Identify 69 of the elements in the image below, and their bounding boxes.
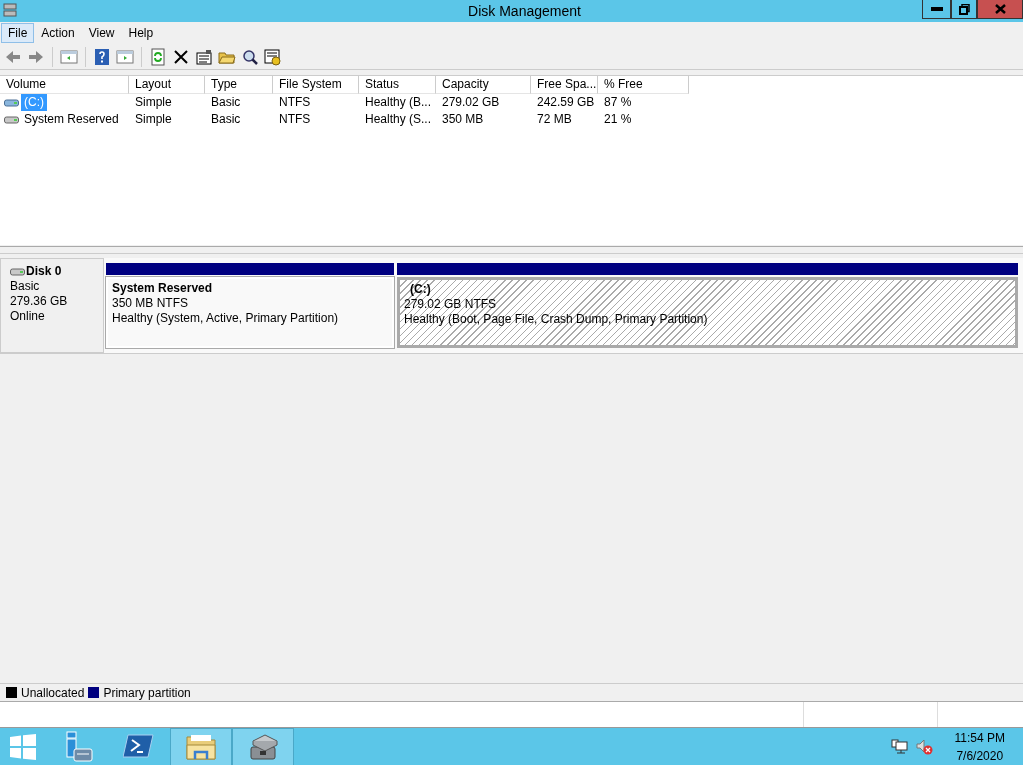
clock-date: 7/6/2020 bbox=[956, 747, 1004, 765]
menu-item[interactable]: View bbox=[81, 23, 122, 43]
disk-type: Basic bbox=[10, 279, 41, 294]
restore-icon bbox=[958, 3, 970, 15]
drive-icon bbox=[4, 113, 19, 126]
drive-label[interactable]: System Reserved bbox=[21, 111, 122, 128]
table-cell-text: Healthy (B... bbox=[364, 94, 433, 111]
table-cell-text: Basic bbox=[210, 111, 242, 128]
properties-icon[interactable] bbox=[195, 47, 213, 66]
column-header[interactable]: Free Spa... bbox=[531, 76, 598, 94]
table-cell-text: 87 % bbox=[603, 94, 633, 111]
menu-item[interactable]: Action bbox=[34, 23, 82, 43]
column-header[interactable]: Status bbox=[359, 76, 436, 94]
table-cell-text: NTFS bbox=[278, 111, 312, 128]
window-title: Disk Management bbox=[467, 2, 582, 21]
menu-item[interactable]: Help bbox=[121, 23, 161, 43]
disk-label-panel[interactable]: Disk 0 Basic 279.36 GB Online bbox=[0, 258, 104, 353]
search-icon[interactable] bbox=[241, 47, 259, 66]
start-icon[interactable] bbox=[10, 733, 36, 760]
refresh-icon[interactable] bbox=[149, 47, 167, 66]
pane-icon[interactable] bbox=[60, 47, 78, 66]
column-header[interactable]: File System bbox=[273, 76, 359, 94]
column-header[interactable]: % Free bbox=[598, 76, 689, 94]
legend-label: Primary partition bbox=[103, 685, 191, 700]
app-icon bbox=[3, 3, 17, 17]
table-cell-text: 350 MB bbox=[441, 111, 485, 128]
table-cell-text: Basic bbox=[210, 94, 242, 111]
partition-block[interactable]: System Reserved 350 MB NTFS Healthy (System, Active, Primary Partition) bbox=[106, 277, 394, 348]
pane-icon[interactable] bbox=[116, 47, 134, 66]
muted-speaker-icon[interactable] bbox=[915, 738, 933, 755]
table-cell-text: 21 % bbox=[603, 111, 633, 128]
partition-name: (C:) bbox=[409, 282, 431, 297]
legend-label: Unallocated bbox=[21, 685, 85, 700]
table-cell-text: 279.02 GB bbox=[441, 94, 501, 111]
partition-name: System Reserved bbox=[112, 281, 213, 296]
partition-status: Healthy (Boot, Page File, Crash Dump, Primary Partition) bbox=[404, 312, 708, 327]
partition-size: 279.02 GB NTFS bbox=[404, 297, 497, 312]
table-cell-text: Healthy (S... bbox=[364, 111, 433, 128]
disk-status: Online bbox=[10, 309, 46, 324]
partition-status: Healthy (System, Active, Primary Partition) bbox=[112, 311, 339, 326]
minimize-button[interactable] bbox=[922, 0, 951, 19]
drive-icon bbox=[4, 96, 19, 109]
partition-size: 350 MB NTFS bbox=[112, 296, 189, 311]
column-header[interactable]: Type bbox=[205, 76, 273, 94]
column-header[interactable]: Volume bbox=[0, 76, 129, 94]
table-cell-text: Simple bbox=[134, 94, 173, 111]
network-icon[interactable] bbox=[890, 739, 908, 754]
table-cell-text: 242.59 GB bbox=[536, 94, 596, 111]
delete-icon[interactable] bbox=[172, 47, 190, 66]
drive-icon bbox=[10, 265, 25, 278]
disk-size: 279.36 GB bbox=[10, 294, 69, 309]
disk-name: Disk 0 bbox=[26, 264, 62, 279]
taskbar-button[interactable] bbox=[170, 727, 232, 765]
column-header[interactable]: Capacity bbox=[436, 76, 531, 94]
clock[interactable]: 11:54 PM 7/6/2020 bbox=[954, 728, 1005, 765]
partition-block[interactable]: (C:) 279.02 GB NTFS Healthy (Boot, Page File, Crash Dump, Primary Partition) bbox=[397, 277, 1018, 348]
close-button[interactable] bbox=[977, 0, 1023, 19]
column-header[interactable]: Layout bbox=[129, 76, 205, 94]
help-icon[interactable] bbox=[93, 47, 111, 66]
clock-time: 11:54 PM bbox=[954, 729, 1005, 747]
table-cell-text: NTFS bbox=[278, 94, 312, 111]
minimize-icon bbox=[930, 7, 943, 11]
taskbar-button[interactable] bbox=[232, 727, 294, 765]
settings-icon[interactable] bbox=[264, 47, 282, 66]
menu-item[interactable]: File bbox=[1, 23, 35, 43]
table-cell-text: 72 MB bbox=[536, 111, 573, 128]
restore-button[interactable] bbox=[951, 0, 977, 19]
close-icon bbox=[994, 4, 1006, 14]
table-cell-text: Simple bbox=[134, 111, 173, 128]
